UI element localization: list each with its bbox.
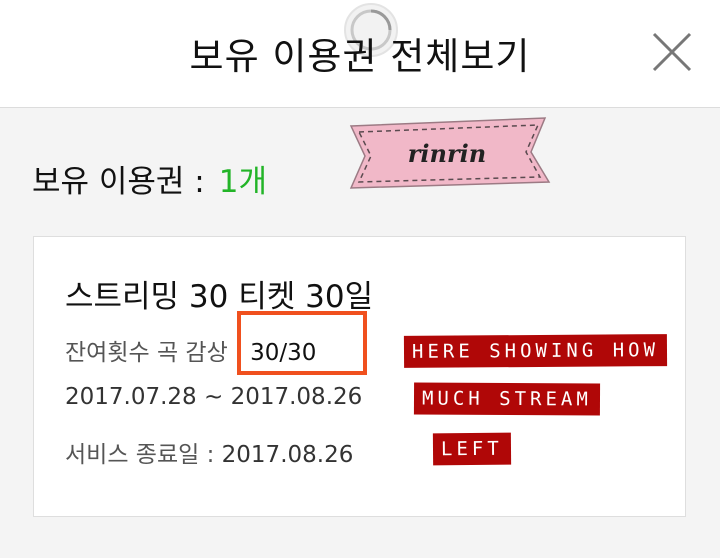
ticket-name: 스트리밍 30 티켓 30일 — [65, 279, 374, 315]
period-row: 2017.07.28 ~ 2017.08.26 — [65, 384, 362, 410]
annotation-highlight-box — [237, 311, 367, 375]
sticker-text: rinrin — [408, 139, 486, 168]
service-end-date: 2017.08.26 — [221, 442, 354, 468]
owned-ticket-summary: 보유 이용권 : 1개 — [32, 156, 267, 201]
owned-ticket-count: 1개 — [218, 164, 268, 200]
annotation-tape-3: LEFT — [432, 432, 511, 466]
close-icon[interactable] — [646, 26, 698, 78]
close-button[interactable] — [646, 26, 698, 78]
header-bar: 보유 이용권 전체보기 — [0, 0, 720, 108]
annotation-tape-1: HERE SHOWING HOW — [403, 334, 668, 368]
page-title: 보유 이용권 전체보기 — [189, 35, 531, 78]
service-end-row: 서비스 종료일 : 2017.08.26 — [65, 435, 353, 469]
rinrin-sticker: rinrin — [349, 117, 551, 189]
usage-period: 2017.07.28 ~ 2017.08.26 — [65, 384, 363, 410]
owned-ticket-label: 보유 이용권 : — [32, 164, 205, 200]
annotation-tape-2: MUCH STREAM — [413, 382, 600, 416]
remaining-count-label: 잔여횟수 곡 감상 : — [65, 340, 243, 366]
service-end-label: 서비스 종료일 : — [65, 442, 215, 468]
ticket-card[interactable]: 스트리밍 30 티켓 30일 잔여횟수 곡 감상 : 30/30 2017.07… — [33, 236, 686, 517]
